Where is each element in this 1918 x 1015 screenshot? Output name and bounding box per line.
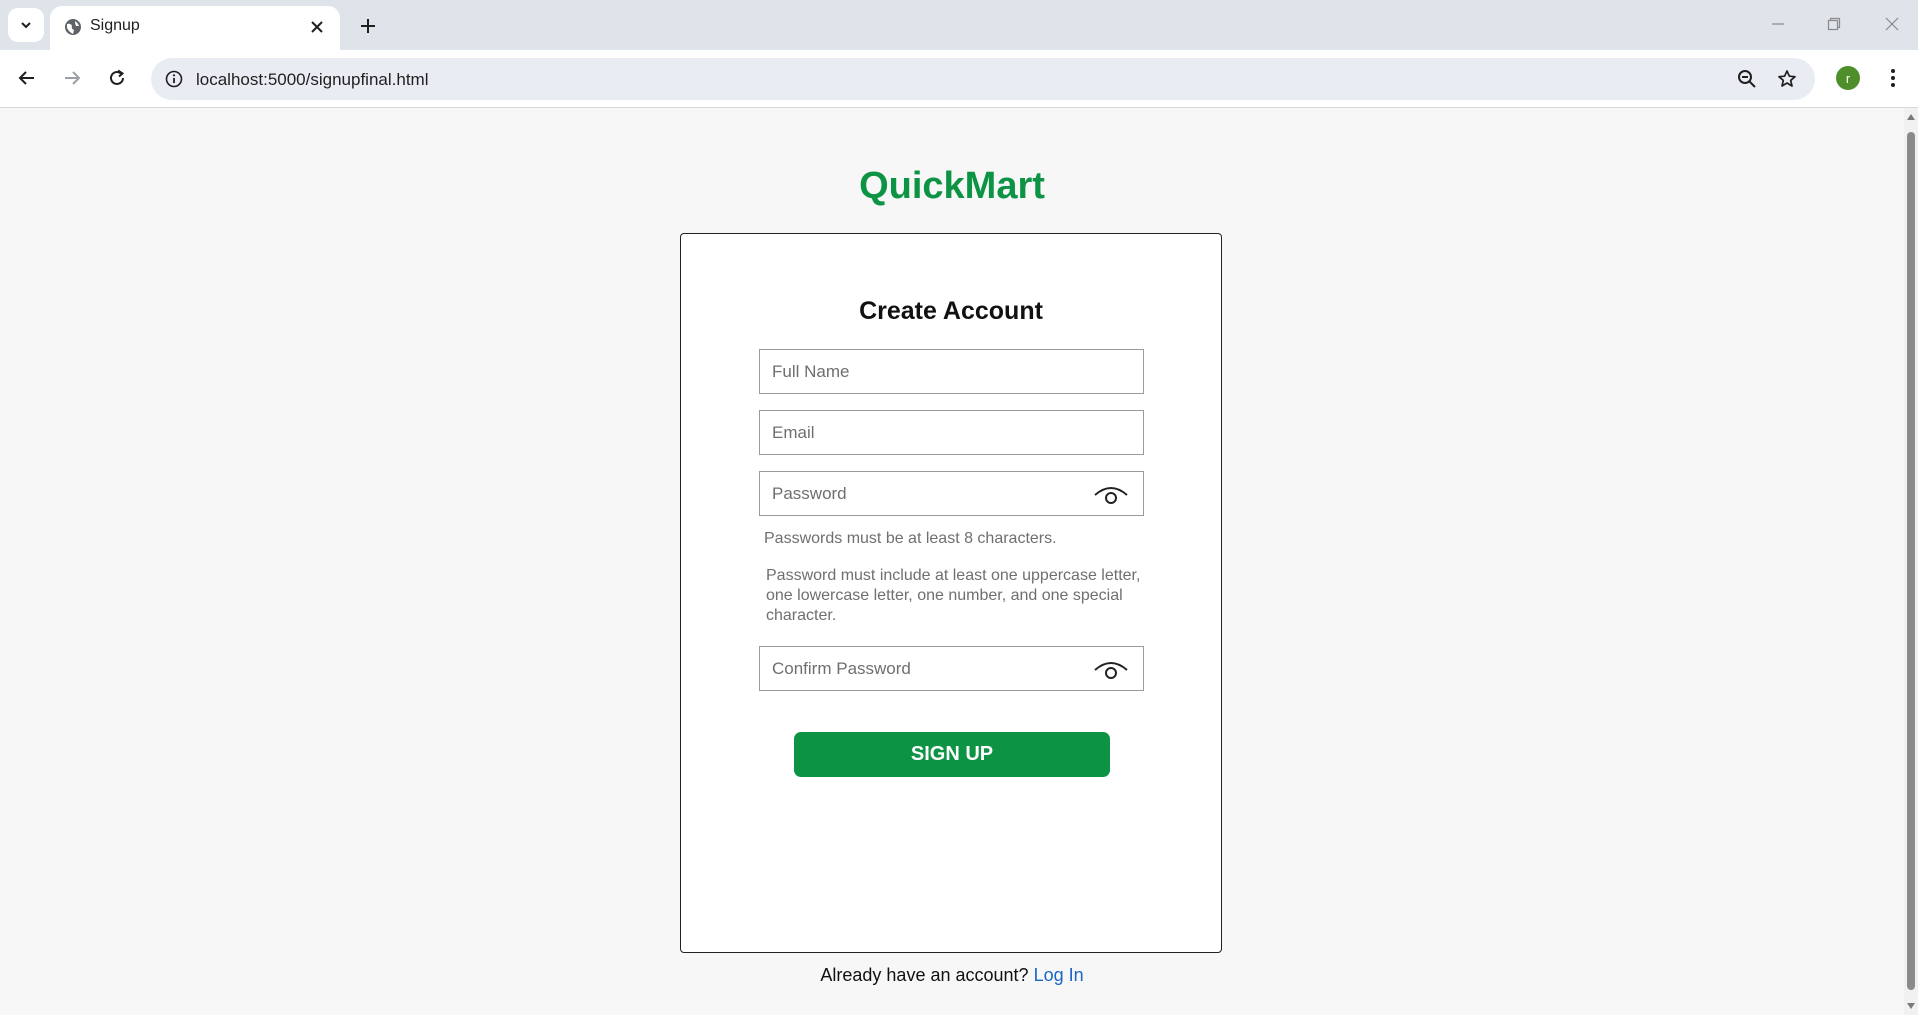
window-close-icon (1885, 17, 1899, 31)
minimize-icon (1772, 23, 1784, 25)
confirm-password-field[interactable] (759, 646, 1144, 691)
form-title: Create Account (859, 297, 1043, 325)
zoom-icon (1738, 70, 1756, 88)
signup-button[interactable]: SIGN UP (794, 732, 1110, 777)
reload-icon (110, 69, 125, 85)
kebab-menu-icon (1891, 69, 1895, 87)
brand-logo-text: QuickMart (859, 165, 1045, 207)
active-tab[interactable]: Signup (50, 6, 340, 50)
forward-button[interactable] (55, 61, 89, 95)
window-close-button[interactable] (1872, 8, 1912, 40)
signup-card: Create Account Passwords must be at leas… (680, 233, 1222, 953)
eye-icon[interactable] (1093, 482, 1129, 508)
browser-toolbar: localhost:5000/signupfinal.html r (0, 50, 1918, 108)
url-text[interactable]: localhost:5000/signupfinal.html (196, 70, 428, 90)
password-length-hint: Passwords must be at least 8 characters. (764, 530, 1057, 547)
scroll-thumb[interactable] (1907, 132, 1915, 990)
restore-button[interactable] (1814, 8, 1854, 40)
email-field[interactable] (759, 410, 1144, 455)
restore-icon (1827, 17, 1841, 31)
close-icon (311, 21, 323, 33)
tab-strip: Signup (0, 0, 1918, 50)
confirm-password-input[interactable] (760, 647, 1143, 690)
tab-title: Signup (90, 17, 140, 34)
star-icon (1778, 70, 1796, 87)
password-field[interactable] (759, 471, 1144, 516)
full-name-field[interactable] (759, 349, 1144, 394)
login-link[interactable]: Log In (1034, 965, 1084, 985)
page-viewport: QuickMart Create Account Passwords must … (0, 108, 1904, 1015)
tab-close-button[interactable] (304, 14, 330, 40)
tab-search-button[interactable] (8, 8, 44, 42)
chevron-down-icon (21, 22, 31, 29)
site-info-icon (165, 70, 183, 88)
plus-icon (361, 19, 375, 33)
scroll-down-arrow-icon[interactable] (1907, 1003, 1915, 1009)
forward-arrow-icon (65, 71, 81, 85)
site-info-button[interactable] (161, 66, 187, 92)
login-prompt: Already have an account? Log In (0, 965, 1904, 986)
full-name-input[interactable] (760, 350, 1143, 393)
globe-icon (65, 19, 81, 35)
back-arrow-icon (18, 71, 34, 85)
browser-menu-button[interactable] (1878, 61, 1908, 95)
eye-icon[interactable] (1093, 657, 1129, 683)
password-input[interactable] (760, 472, 1143, 515)
page-scrollbar[interactable] (1904, 108, 1918, 1015)
scroll-up-arrow-icon[interactable] (1907, 114, 1915, 120)
zoom-button[interactable] (1733, 65, 1761, 93)
email-input[interactable] (760, 411, 1143, 454)
minimize-button[interactable] (1758, 8, 1798, 40)
profile-avatar[interactable]: r (1836, 66, 1860, 90)
back-button[interactable] (10, 61, 44, 95)
password-complexity-hint: Password must include at least one upper… (766, 567, 1141, 624)
login-prompt-text: Already have an account? (820, 965, 1029, 985)
address-bar[interactable]: localhost:5000/signupfinal.html (151, 58, 1815, 100)
reload-button[interactable] (100, 61, 134, 95)
bookmark-button[interactable] (1773, 65, 1801, 93)
new-tab-button[interactable] (352, 10, 384, 42)
